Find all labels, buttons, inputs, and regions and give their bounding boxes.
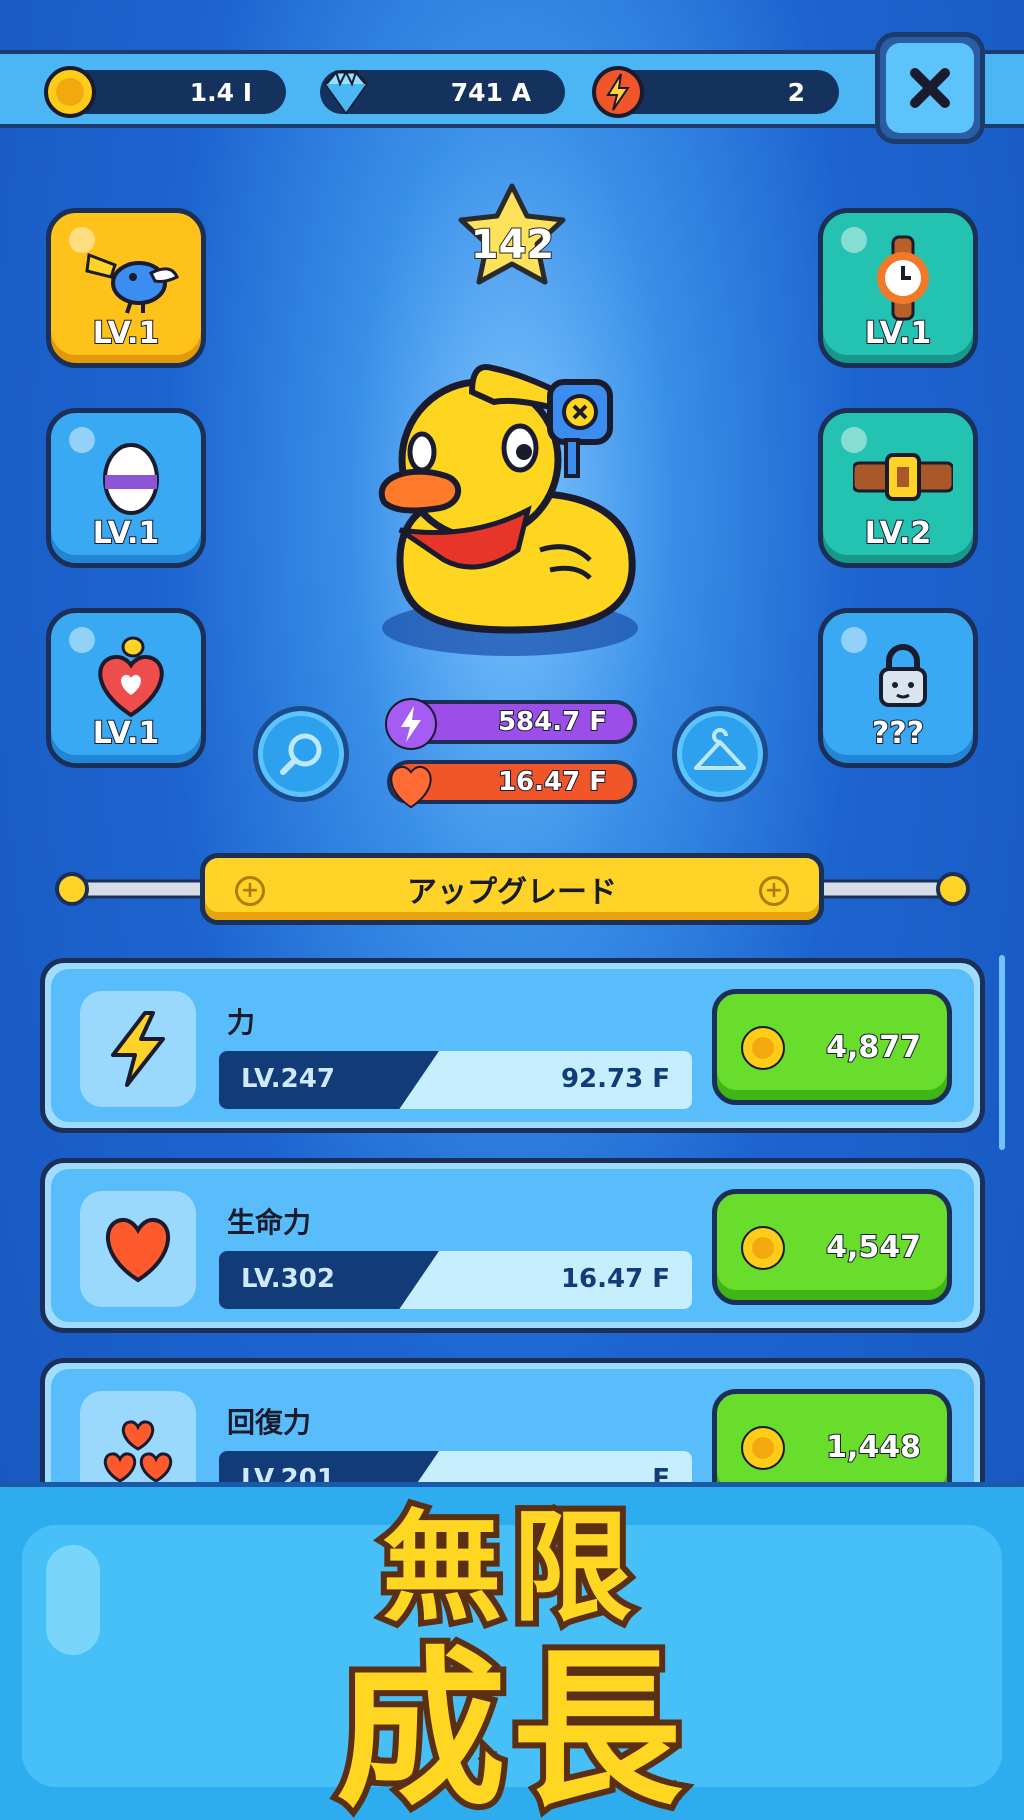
upgrade-row-vitality: 生命力 LV.302 16.47 F 4,547 bbox=[40, 1158, 985, 1333]
upgrade-level: LV.247 bbox=[241, 1064, 335, 1094]
slot-level: LV.1 bbox=[92, 515, 161, 552]
bird-with-horn-icon bbox=[85, 252, 179, 314]
slot-bird[interactable]: LV.1 bbox=[46, 208, 206, 368]
slot-heart[interactable]: LV.1 bbox=[46, 608, 206, 768]
upgrade-level: LV.302 bbox=[241, 1264, 335, 1294]
magnifier-icon bbox=[280, 733, 322, 775]
upgrade-row-power: 力 LV.247 92.73 F 4,877 bbox=[40, 958, 985, 1133]
upgrade-progress: LV.302 16.47 F bbox=[219, 1251, 692, 1309]
hero-level-star: 142 bbox=[455, 182, 570, 297]
coin-icon bbox=[741, 1426, 785, 1470]
slot-locked[interactable]: ??? bbox=[818, 608, 978, 768]
upgrade-buy-button[interactable]: 4,547 bbox=[712, 1189, 952, 1305]
coin-counter: 1.4 I bbox=[44, 66, 286, 118]
promo-text-line2: 成長 bbox=[330, 1626, 688, 1820]
wardrobe-button[interactable] bbox=[672, 706, 768, 802]
lightning-icon bbox=[111, 1011, 165, 1087]
slot-level: LV.1 bbox=[92, 315, 161, 352]
upgrade-buy-button[interactable]: 4,877 bbox=[712, 989, 952, 1105]
hero-level: 142 bbox=[470, 221, 556, 269]
slot-level: LV.1 bbox=[864, 315, 933, 352]
upgrade-list-scrollbar[interactable] bbox=[999, 955, 1005, 1150]
heart-chick-icon bbox=[98, 636, 164, 718]
lightning-icon bbox=[385, 698, 437, 750]
gem-amount: 741 A bbox=[450, 77, 531, 107]
power-value: 584.7 F bbox=[497, 706, 608, 738]
heart-icon bbox=[106, 1217, 170, 1283]
inspect-button[interactable] bbox=[253, 706, 349, 802]
coin-icon bbox=[741, 1226, 785, 1270]
upgrade-name: 力 bbox=[227, 1006, 256, 1039]
plus-icon: + bbox=[235, 876, 265, 906]
belt-icon bbox=[853, 453, 953, 501]
slot-level: LV.2 bbox=[864, 515, 933, 552]
lightning-badge-icon bbox=[592, 66, 644, 118]
slot-belt[interactable]: LV.2 bbox=[818, 408, 978, 568]
upgrade-title: アップグレード bbox=[407, 875, 617, 910]
egg-icon bbox=[103, 443, 159, 515]
slot-watch[interactable]: LV.1 bbox=[818, 208, 978, 368]
hanger-icon bbox=[694, 728, 746, 770]
slot-level: ??? bbox=[871, 715, 925, 752]
coin-icon bbox=[741, 1026, 785, 1070]
lock-icon bbox=[879, 644, 927, 707]
close-button[interactable] bbox=[875, 32, 985, 144]
resource-bar: 1.4 I 741 A 2 bbox=[0, 50, 1024, 128]
coin-icon bbox=[44, 66, 96, 118]
coin-amount: 1.4 I bbox=[189, 77, 252, 107]
watch-icon bbox=[877, 235, 929, 321]
upgrade-cost: 1,448 bbox=[825, 1429, 922, 1466]
heart-icon bbox=[390, 765, 432, 809]
close-icon bbox=[910, 68, 950, 108]
health-value: 16.47 F bbox=[497, 766, 608, 798]
gem-counter: 741 A bbox=[320, 69, 565, 115]
upgrade-cost: 4,547 bbox=[825, 1229, 922, 1266]
diamond-icon bbox=[324, 69, 368, 115]
upgrade-name: 回復力 bbox=[227, 1406, 312, 1439]
upgrade-header: + アップグレード + bbox=[200, 853, 824, 925]
slot-level: LV.1 bbox=[92, 715, 161, 752]
upgrade-cost: 4,877 bbox=[825, 1029, 922, 1066]
energy-amount: 2 bbox=[787, 77, 805, 107]
slot-egg[interactable]: LV.1 bbox=[46, 408, 206, 568]
duck-character bbox=[378, 364, 638, 656]
upgrade-icon-box bbox=[80, 1191, 196, 1307]
health-stat-bar: 16.47 F bbox=[387, 760, 637, 809]
upgrade-value: 92.73 F bbox=[560, 1064, 670, 1094]
upgrade-progress: LV.247 92.73 F bbox=[219, 1051, 692, 1109]
upgrade-name: 生命力 bbox=[227, 1206, 312, 1239]
upgrade-icon-box bbox=[80, 991, 196, 1107]
plus-icon: + bbox=[759, 876, 789, 906]
energy-counter: 2 bbox=[592, 66, 839, 118]
power-stat-bar: 584.7 F bbox=[385, 698, 637, 750]
upgrade-value: 16.47 F bbox=[560, 1264, 670, 1294]
